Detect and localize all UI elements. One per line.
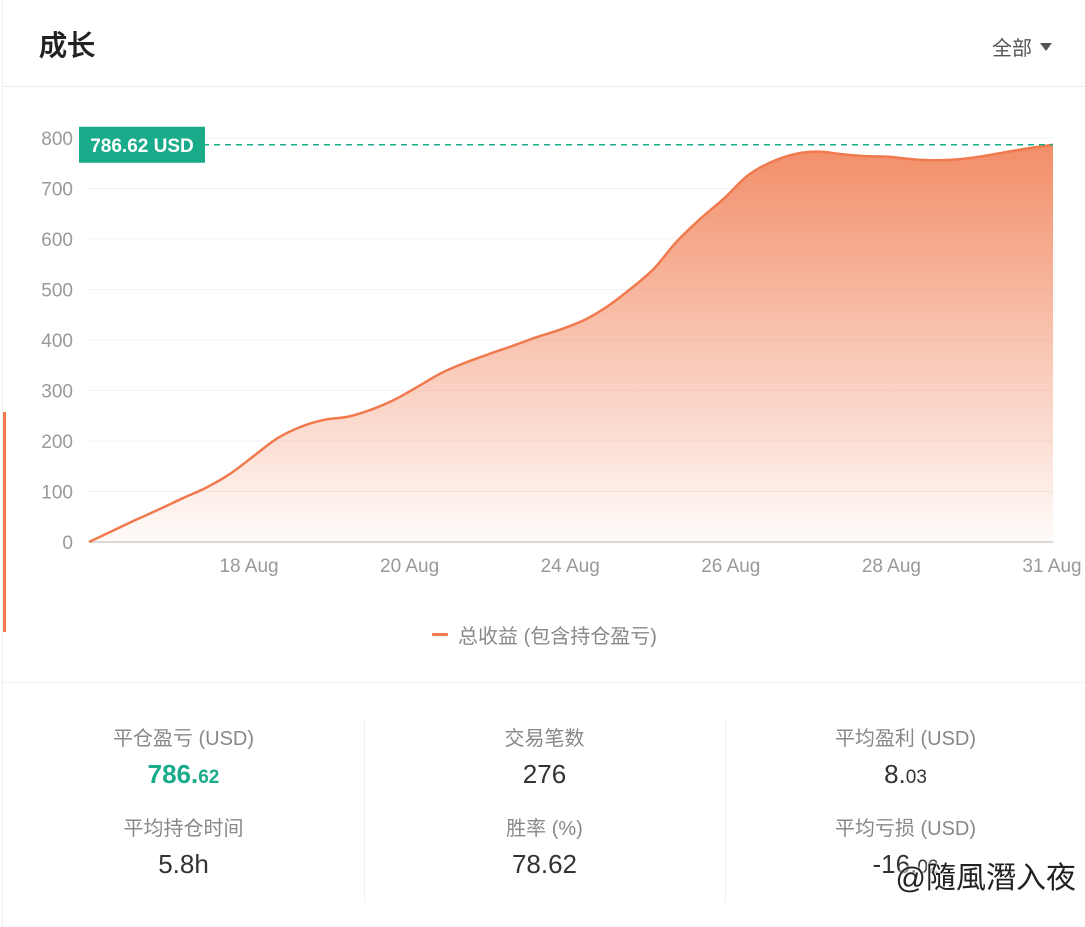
stat-value: 786.62 (148, 759, 220, 790)
x-tick-label: 20 Aug (380, 556, 439, 577)
stat-label: 交易笔数 (504, 728, 585, 750)
stat-value-int: 8. (884, 759, 906, 789)
y-tick-label: 0 (62, 533, 73, 554)
y-tick-label: 400 (41, 331, 73, 352)
y-tick-label: 500 (41, 281, 73, 302)
y-tick-label: 200 (41, 432, 73, 453)
x-tick-label: 26 Aug (701, 556, 760, 577)
stat-avg-profit: 平均盈利 (USD) 8.03 (835, 716, 976, 806)
stat-value: 8.03 (884, 759, 927, 790)
watermark: @隨風潛入夜 (895, 862, 1076, 895)
series-area (89, 144, 1053, 542)
stat-value-dec: 03 (905, 767, 927, 788)
stat-value-dec: 62 (198, 767, 220, 788)
stat-value-int: 276 (522, 759, 567, 789)
range-filter-dropdown[interactable]: 全部 (992, 32, 1052, 61)
y-tick-label: 100 (41, 483, 73, 504)
stat-label: 平均盈利 (USD) (834, 728, 977, 750)
x-tick-label: 24 Aug (541, 556, 600, 577)
stat-value: 276 (523, 759, 566, 790)
stat-label: 平均持仓时间 (123, 818, 244, 840)
stat-avg-hold-time: 平均持仓时间 5.8h (124, 806, 244, 896)
stat-value-int: 786. (147, 759, 199, 789)
stat-label: 胜率 (%) (506, 818, 583, 840)
y-tick-label: 600 (41, 230, 73, 251)
stat-trade-count: 交易笔数 276 (505, 716, 585, 806)
stat-value: 5.8h (158, 849, 209, 880)
y-tick-label: 300 (41, 382, 73, 403)
stat-value: 78.62 (512, 849, 577, 880)
stats-column: 平仓盈亏 (USD) 786.62 平均持仓时间 5.8h (3, 716, 364, 906)
growth-chart: 0 100 200 300 400 500 600 700 800 18 Aug 20 Aug 24 … (41, 126, 1082, 577)
y-tick-label: 800 (41, 129, 73, 150)
growth-card: 成长 全部 0 100 200 300 400 500 600 700 800 18 Aug 20 … (2, 0, 1085, 927)
legend-label: 总收益 (包含持仓盈亏) (458, 626, 657, 648)
x-tick-label: 31 Aug (1022, 556, 1081, 577)
x-tick-label: 18 Aug (219, 556, 278, 577)
x-tick-label: 28 Aug (862, 556, 921, 577)
stat-closed-pnl: 平仓盈亏 (USD) 786.62 (113, 716, 254, 806)
card-header: 成长 全部 (3, 0, 1085, 87)
current-value-label: 786.62 USD (90, 136, 194, 157)
stat-value-int: 5.8h (158, 849, 209, 879)
chart-legend[interactable]: 总收益 (包含持仓盈亏) (3, 620, 1085, 649)
y-tick-label: 700 (41, 180, 73, 201)
stat-value-int: 78.62 (511, 849, 578, 879)
range-filter-label: 全部 (992, 38, 1032, 60)
legend-line-icon (432, 633, 449, 636)
page-title: 成长 (39, 30, 96, 61)
stats-column: 交易笔数 276 胜率 (%) 78.62 (364, 716, 725, 906)
caret-down-icon (1040, 42, 1052, 51)
divider (3, 682, 1085, 683)
stat-label: 平仓盈亏 (USD) (112, 728, 255, 750)
stat-win-rate: 胜率 (%) 78.62 (506, 806, 583, 896)
stat-label: 平均亏损 (USD) (834, 818, 977, 840)
